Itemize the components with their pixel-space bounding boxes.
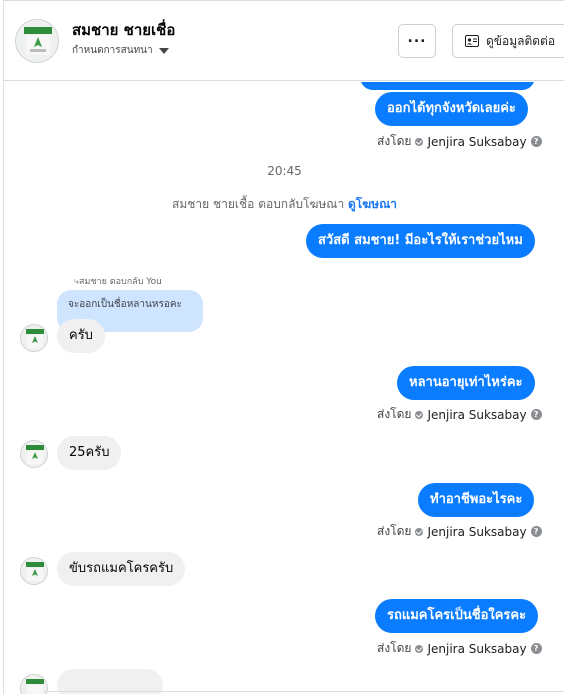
ad-reply-text: สมชาย ชายเชื้อ ตอบกลับโฆษณา — [172, 197, 345, 211]
check-circle-icon — [415, 410, 424, 419]
check-circle-icon — [415, 644, 424, 653]
contact-avatar[interactable] — [15, 19, 59, 63]
sent-by-label: ส่งโดย — [377, 524, 412, 538]
outgoing-message[interactable]: สวัสดี สมชาย! มีอะไรให้เราช่วยไหม — [306, 224, 535, 258]
contact-avatar-small[interactable] — [20, 557, 48, 585]
conversation-panel: สมชาย ชายเชื่อ กำหนดการสนทนา ... ดูข้อมู… — [3, 0, 564, 694]
sent-by-info: ส่งโดย Jenjira Suksabay ? — [377, 132, 542, 151]
outgoing-message[interactable]: หลานอายุเท่าไหร่คะ — [397, 366, 535, 400]
view-contact-info-button[interactable]: ดูข้อมูลติดต่อ — [452, 24, 564, 58]
contact-avatar-small[interactable] — [20, 440, 48, 468]
agent-name[interactable]: Jenjira Suksabay — [427, 642, 526, 656]
outgoing-message[interactable]: ออกได้ทุกจังหวัดเลยค่ะ — [375, 92, 528, 126]
contact-avatar-small[interactable] — [20, 324, 48, 352]
sent-by-info: ส่งโดย Jenjira Suksabay ? — [377, 522, 542, 541]
sent-by-label: ส่งโดย — [377, 641, 412, 655]
question-icon[interactable]: ? — [530, 136, 542, 147]
sent-by-info: ส่งโดย Jenjira Suksabay ? — [377, 639, 542, 658]
timestamp: 20:45 — [267, 164, 302, 178]
stage-label: กำหนดการสนทนา — [72, 45, 153, 56]
question-icon[interactable]: ? — [530, 526, 542, 537]
agent-name[interactable]: Jenjira Suksabay — [427, 408, 526, 422]
sent-by-label: ส่งโดย — [377, 407, 412, 421]
incoming-message[interactable]: 25ครับ — [57, 436, 122, 470]
contact-name[interactable]: สมชาย ชายเชื่อ — [72, 18, 175, 42]
message-list[interactable]: ออกได้ทุกจังหวัดเลยค่ะ ส่งโดย Jenjira Su… — [4, 82, 564, 694]
agent-name[interactable]: Jenjira Suksabay — [427, 135, 526, 149]
outgoing-message[interactable]: ทำอาชีพอะไรคะ — [418, 483, 535, 517]
view-ad-link[interactable]: ดูโฆษณา — [348, 197, 397, 211]
question-icon[interactable]: ? — [530, 643, 542, 654]
outgoing-message[interactable]: รถแมคโครเป็นชื่อใครคะ — [375, 599, 539, 633]
sent-by-info: ส่งโดย Jenjira Suksabay ? — [377, 405, 542, 424]
question-icon[interactable]: ? — [530, 409, 542, 420]
incoming-message[interactable]: ขับรถแมคโครครับ — [57, 552, 186, 586]
conversation-header: สมชาย ชายเชื่อ กำหนดการสนทนา ... ดูข้อมู… — [4, 1, 564, 81]
reply-label: ⤷สมชาย ตอบกลับ You — [74, 277, 162, 287]
contact-card-icon — [465, 35, 479, 47]
contact-info-label: ดูข้อมูลติดต่อ — [486, 33, 556, 48]
ad-reply-notice: สมชาย ชายเชื้อ ตอบกลับโฆษณา ดูโฆษณา — [4, 195, 564, 214]
check-circle-icon — [415, 527, 424, 536]
conversation-stage-dropdown[interactable]: กำหนดการสนทนา — [72, 43, 169, 58]
more-horizontal-icon: ... — [407, 30, 427, 46]
sent-by-label: ส่งโดย — [377, 134, 412, 148]
check-circle-icon — [415, 137, 424, 146]
more-options-button[interactable]: ... — [398, 24, 436, 58]
caret-down-icon — [158, 47, 169, 54]
agent-name[interactable]: Jenjira Suksabay — [427, 525, 526, 539]
outgoing-message-partial[interactable] — [360, 82, 535, 90]
incoming-message[interactable]: ครับ — [57, 319, 105, 353]
